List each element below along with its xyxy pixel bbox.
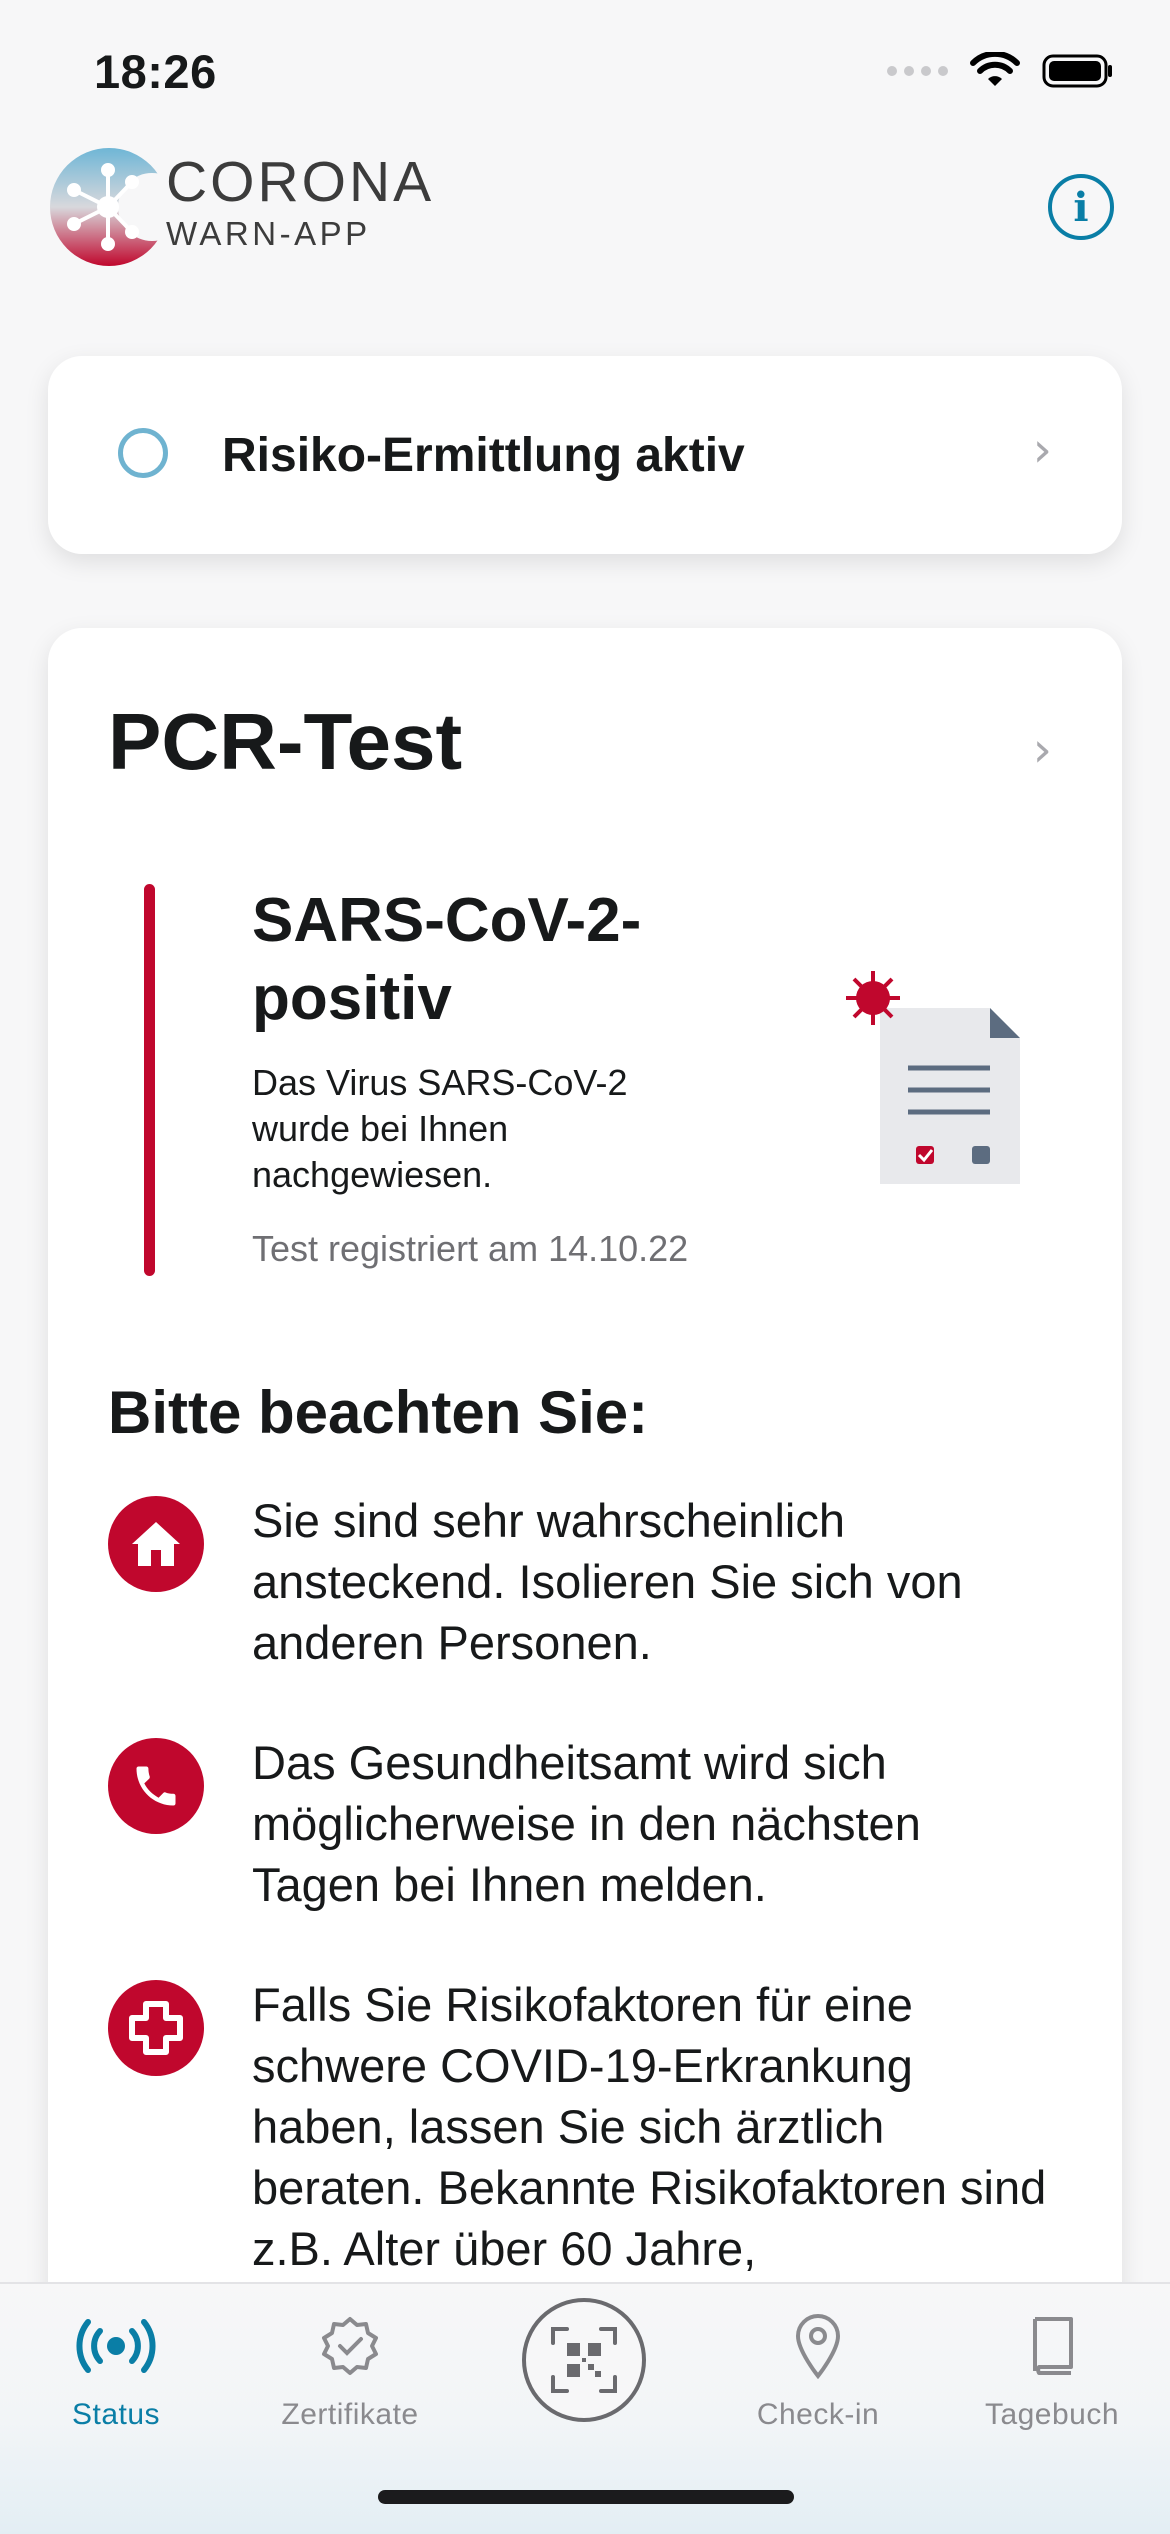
tab-label: Check-in (756, 2398, 880, 2431)
cellular-signal-icon (887, 66, 948, 76)
location-pin-icon (795, 2314, 841, 2379)
risk-status-card[interactable]: Risiko-Ermittlung aktiv › (48, 356, 1122, 554)
brand-line-2: WARN-APP (166, 215, 371, 252)
corona-warn-app-logo (50, 148, 170, 266)
pcr-test-card[interactable]: PCR-Test › SARS-CoV-2-positiv Das Virus … (48, 628, 1122, 2378)
test-result-title: SARS-CoV-2-positiv (252, 886, 642, 1033)
tab-tagebuch[interactable]: Tagebuch (952, 2306, 1152, 2432)
advice-text: Das Gesundheitsamt wird sich möglicherwe… (252, 1736, 921, 1911)
chevron-right-icon: › (1032, 422, 1052, 478)
tab-label: Tagebuch (984, 2398, 1120, 2431)
brand-line-1: CORONA (166, 150, 435, 214)
phone-icon (108, 1738, 204, 1834)
risk-status-label: Risiko-Ermittlung aktiv (222, 429, 745, 482)
qr-scan-button[interactable] (522, 2298, 646, 2422)
chevron-right-icon: › (1032, 722, 1052, 778)
test-registered-date: Test registriert am 14.10.22 (252, 1228, 689, 1269)
positive-indicator-bar (144, 884, 155, 1276)
advice-text: Sie sind sehr wahrscheinlich ansteckend.… (252, 1494, 963, 1669)
tab-check-in[interactable]: Check-in (718, 2306, 918, 2432)
tab-status[interactable]: Status (16, 2306, 216, 2432)
tab-label: Zertifikate (281, 2398, 419, 2431)
pcr-test-title: PCR-Test (108, 697, 463, 786)
certificate-badge-icon (322, 2317, 378, 2375)
diary-book-icon (1033, 2317, 1073, 2375)
qr-scan-icon (551, 2327, 617, 2393)
home-icon (108, 1496, 204, 1592)
info-icon: i (1073, 183, 1089, 231)
info-button[interactable]: i (1048, 174, 1114, 240)
test-result-description: Das Virus SARS-CoV-2 wurde bei Ihnen nac… (252, 1062, 628, 1195)
tab-zertifikate[interactable]: Zertifikate (250, 2306, 450, 2432)
status-bar: 18:26 (0, 0, 1170, 140)
brand-wordmark: CORONA WARN-APP (166, 152, 434, 252)
attention-heading: Bitte beachten Sie: (108, 1379, 649, 1446)
risk-status-ring-icon (118, 428, 168, 478)
status-icons (887, 52, 1114, 90)
battery-icon (1042, 54, 1112, 88)
advice-text: Falls Sie Risikofaktoren für eine schwer… (252, 1978, 1047, 2275)
broadcast-icon (76, 2319, 156, 2373)
medical-cross-icon (108, 1980, 204, 2076)
status-time: 18:26 (94, 45, 217, 98)
tab-label: Status (71, 2398, 161, 2431)
wifi-icon (970, 52, 1020, 86)
positive-test-document-illustration (846, 971, 1020, 1184)
home-indicator[interactable] (378, 2490, 794, 2504)
